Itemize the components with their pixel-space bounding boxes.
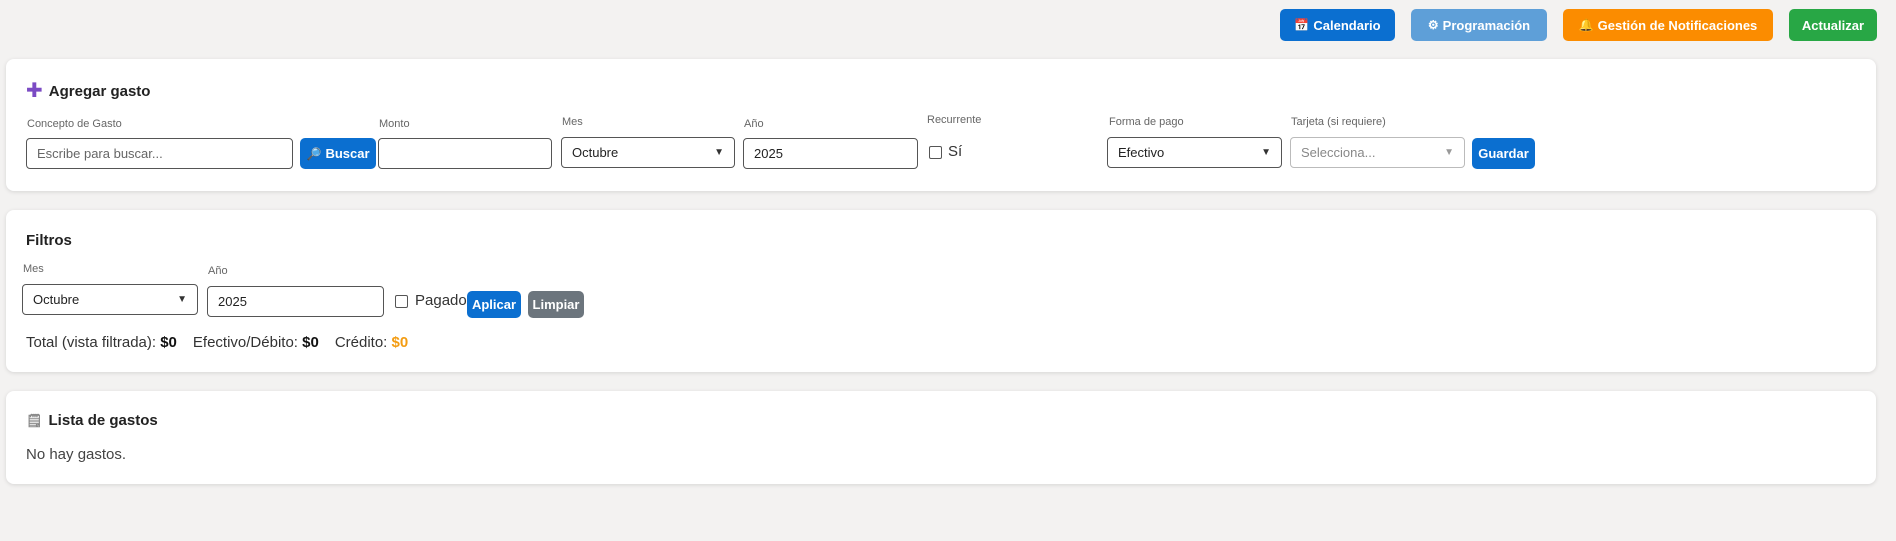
magnifier-icon: 🔎 [306,146,322,161]
card-select-value: Selecciona... [1301,145,1376,160]
apply-button[interactable]: Aplicar [467,291,521,318]
amount-input[interactable] [378,138,552,169]
chevron-down-icon: ▼ [177,294,187,305]
calendar-button[interactable]: 📅 Calendario [1280,9,1395,41]
credit-summary: Crédito: $0 [335,334,408,351]
total-summary: Total (vista filtrada): $0 [26,334,177,351]
gear-icon: ⚙ [1427,18,1439,32]
filter-year-input[interactable]: 2025 [207,286,384,317]
filter-month-select[interactable]: Octubre ▼ [22,284,198,315]
add-expense-card: ✚ Agregar gasto Concepto de Gasto Escrib… [6,59,1876,191]
expense-list-card: 🗒 Lista de gastos No hay gastos. [6,391,1876,484]
cash-label: Efectivo/Débito: [192,334,298,351]
month-label: Mes [562,116,583,128]
filter-month-value: Octubre [33,292,80,307]
recurrent-label: Recurrente [927,114,982,126]
totals-row: Total (vista filtrada): $0 Efectivo/Débi… [26,334,408,351]
paid-checkbox-label: Pagado [415,292,467,309]
payment-select-value: Efectivo [1118,145,1165,160]
card-label: Tarjeta (si requiere) [1291,116,1386,128]
credit-value: $0 [391,334,409,351]
expense-list-title: 🗒 Lista de gastos [26,412,158,429]
recurrent-checkbox-label: Sí [948,143,963,160]
clear-button[interactable]: Limpiar [528,291,584,318]
programming-button[interactable]: ⚙ Programación [1411,9,1547,41]
empty-list-message: No hay gastos. [26,446,127,463]
programming-button-label: Programación [1442,17,1531,33]
notepad-icon: 🗒 [26,412,43,428]
concept-label: Concepto de Gasto [27,118,122,130]
update-button-label: Actualizar [1801,17,1865,33]
chevron-down-icon: ▼ [1261,147,1271,158]
filters-card: Filtros Mes Octubre ▼ Año 2025 Pagado Ap… [6,210,1876,372]
total-value: $0 [160,334,177,351]
cash-value: $0 [302,334,319,351]
add-expense-title-text: Agregar gasto [48,82,151,100]
save-button-label: Guardar [1478,146,1529,161]
top-toolbar: 📅 Calendario ⚙ Programación 🔔 Gestión de… [1280,9,1877,41]
notifications-button[interactable]: 🔔 Gestión de Notificaciones [1563,9,1773,41]
bell-icon: 🔔 [1578,18,1594,32]
calendar-button-label: Calendario [1313,17,1381,33]
search-button-label: Buscar [325,146,370,161]
year-label: Año [744,118,764,130]
year-input[interactable]: 2025 [743,138,918,169]
chevron-down-icon: ▼ [714,147,724,158]
filter-month-label: Mes [23,263,44,275]
add-expense-title: ✚ Agregar gasto [26,81,150,101]
recurrent-checkbox[interactable] [929,146,942,159]
amount-label: Monto [379,118,410,130]
filters-title: Filtros [26,232,72,249]
paid-checkbox[interactable] [395,295,408,308]
total-label: Total (vista filtrada): [26,334,157,351]
credit-label: Crédito: [334,334,388,351]
calendar-icon: 📅 [1294,18,1310,32]
month-select[interactable]: Octubre ▼ [561,137,735,168]
filter-year-label: Año [208,265,228,277]
save-button[interactable]: Guardar [1472,138,1535,169]
search-button[interactable]: 🔎 Buscar [300,138,376,169]
update-button[interactable]: Actualizar [1789,9,1877,41]
payment-select[interactable]: Efectivo ▼ [1107,137,1282,168]
month-select-value: Octubre [572,145,619,160]
notifications-button-label: Gestión de Notificaciones [1597,17,1758,33]
chevron-down-icon: ▼ [1444,147,1454,158]
plus-icon: ✚ [26,80,43,102]
clear-button-label: Limpiar [532,297,580,312]
apply-button-label: Aplicar [471,297,517,312]
concept-input[interactable]: Escribe para buscar... [26,138,293,169]
card-select[interactable]: Selecciona... ▼ [1290,137,1465,168]
payment-label: Forma de pago [1109,116,1184,128]
expense-list-title-text: Lista de gastos [48,412,158,429]
cash-summary: Efectivo/Débito: $0 [193,334,319,351]
